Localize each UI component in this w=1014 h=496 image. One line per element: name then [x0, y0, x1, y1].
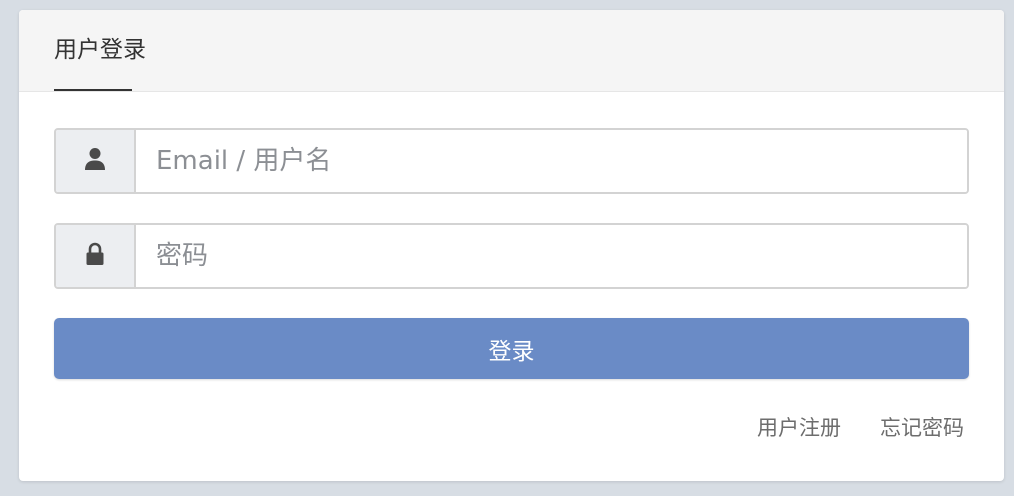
register-link[interactable]: 用户注册 — [757, 412, 841, 442]
username-input[interactable] — [136, 130, 967, 192]
card-header: 用户登录 — [19, 10, 1004, 92]
user-icon — [84, 147, 106, 175]
username-addon — [56, 130, 136, 192]
tab-user-login[interactable]: 用户登录 — [54, 10, 146, 91]
login-button[interactable]: 登录 — [54, 318, 969, 379]
password-addon — [56, 225, 136, 287]
login-card: 用户登录 登录 用户注册 忘记密码 — [19, 10, 1004, 481]
lock-icon — [85, 242, 105, 270]
password-input-group — [54, 223, 969, 289]
username-input-group — [54, 128, 969, 194]
password-input[interactable] — [136, 225, 967, 287]
forgot-password-link[interactable]: 忘记密码 — [880, 412, 964, 442]
